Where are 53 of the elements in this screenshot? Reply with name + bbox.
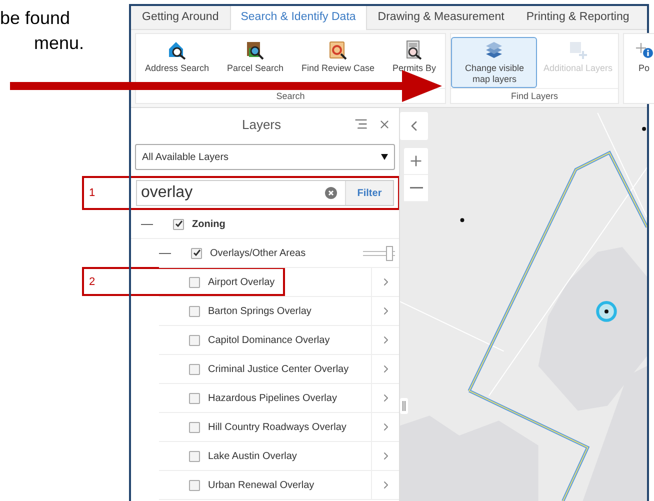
ribbon-tab[interactable]: Printing & Reporting [515, 6, 640, 30]
checkbox[interactable] [173, 218, 184, 230]
layer-name: Overlays/Other Areas [210, 248, 307, 258]
checkbox[interactable] [189, 276, 200, 288]
callout-number: 2 [89, 276, 96, 288]
caption-text: menu. [34, 32, 86, 55]
filter-button[interactable]: Filter [345, 181, 393, 205]
caption-text: be found [0, 7, 72, 30]
layer-name: Hazardous Pipelines Overlay [208, 392, 338, 404]
collapse-panel-button[interactable] [400, 112, 428, 140]
ribbon-tool-button[interactable]: Address Search [140, 37, 214, 77]
checkbox[interactable] [191, 248, 202, 258]
layer-dropdown[interactable]: All Available Layers [135, 144, 395, 170]
callout-number: 1 [89, 187, 96, 199]
layer-name: Barton Springs Overlay [208, 306, 312, 316]
layer-name: Criminal Justice Center Overlay [208, 364, 350, 374]
folder-search-icon [328, 40, 348, 60]
layers-icon [484, 40, 504, 60]
parcel-search-icon [245, 40, 266, 60]
checkbox[interactable] [189, 480, 200, 490]
ribbon-tool-button[interactable]: Po [629, 37, 654, 77]
ribbon-tool-button[interactable]: Find Review Case [296, 37, 380, 77]
ribbon-tool-button[interactable]: Change visible map layers [451, 37, 538, 88]
layer-name: Zoning [192, 218, 226, 230]
plus-icon [408, 153, 424, 169]
ribbon-tab[interactable]: Search & Identify Data [230, 6, 367, 30]
splitter-handle[interactable] [400, 398, 408, 414]
layer-name: Hill Country Roadways Overlay [208, 422, 348, 432]
checkbox[interactable] [189, 450, 200, 462]
close-icon[interactable] [378, 118, 391, 130]
slider-thumb[interactable] [386, 246, 393, 260]
add-layer-icon [568, 40, 588, 60]
ribbon-tool-button[interactable]: Permits By [388, 37, 442, 77]
layer-name: Urban Renewal Overlay [208, 480, 316, 490]
filter-field[interactable]: overlay Filter [136, 180, 394, 206]
menu-icon[interactable] [354, 117, 368, 131]
group-label: Find Layers [451, 88, 618, 103]
ribbon-tab[interactable]: Getting Around [131, 6, 230, 30]
permit-search-icon [404, 40, 424, 60]
ribbon-tool-button[interactable]: Parcel Search [222, 37, 289, 77]
layer-name: Capitol Dominance Overlay [208, 334, 331, 346]
panel-title: Layers [240, 116, 282, 132]
layer-name: Airport Overlay [208, 276, 276, 288]
checkbox[interactable] [189, 392, 200, 404]
house-search-icon [167, 40, 187, 60]
checkbox[interactable] [189, 306, 200, 316]
layer-name: Lake Austin Overlay [208, 450, 298, 462]
checkbox[interactable] [189, 364, 200, 374]
caret-icon[interactable] [381, 154, 388, 160]
minus-icon [410, 187, 422, 189]
checkbox[interactable] [189, 334, 200, 346]
ribbon-tab[interactable]: Drawing & Measurement [366, 6, 516, 30]
checkbox[interactable] [189, 422, 200, 432]
